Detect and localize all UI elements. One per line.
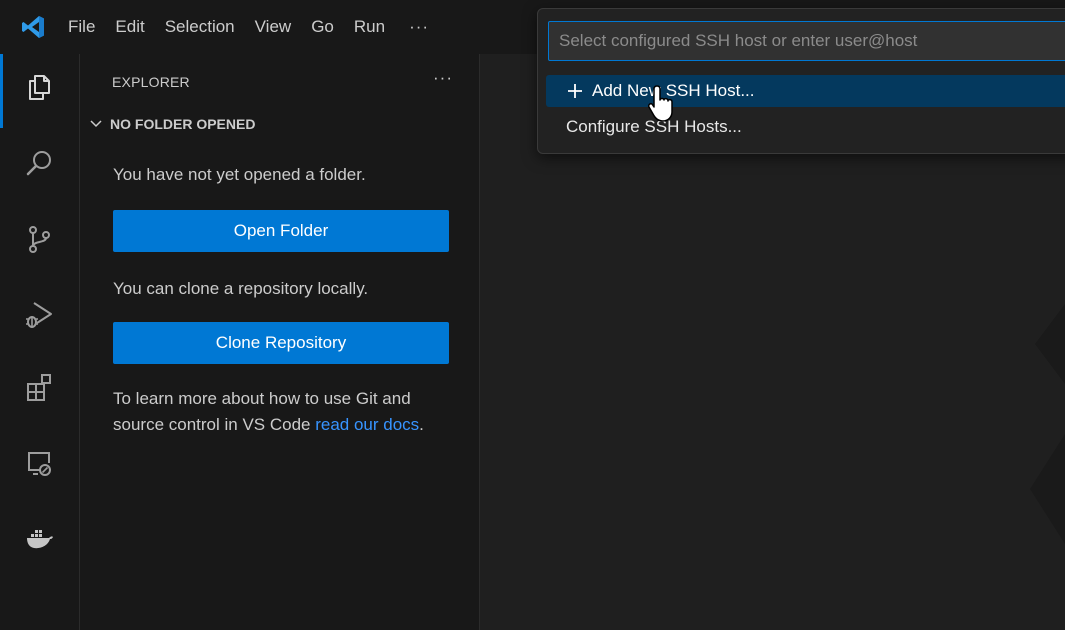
vscode-window: File Edit Selection View Go Run ··· EXPL… (0, 0, 1065, 630)
remote-explorer-icon[interactable] (24, 448, 54, 478)
hand-pointer-cursor-icon (648, 85, 673, 122)
docker-icon[interactable] (24, 524, 54, 554)
source-control-icon[interactable] (24, 224, 54, 254)
configure-ssh-hosts-item[interactable]: Configure SSH Hosts... (546, 111, 1065, 143)
search-icon[interactable] (24, 148, 54, 178)
menu-go[interactable]: Go (311, 17, 334, 37)
explorer-icon[interactable] (24, 72, 54, 102)
chevron-down-icon (90, 120, 102, 128)
ssh-host-input[interactable] (548, 21, 1065, 61)
clone-repository-button[interactable]: Clone Repository (113, 322, 449, 364)
menu-edit[interactable]: Edit (115, 17, 144, 37)
sidebar-title: EXPLORER (112, 74, 190, 90)
menu-view[interactable]: View (255, 17, 292, 37)
explorer-sidebar: EXPLORER ··· NO FOLDER OPENED You have n… (80, 54, 480, 630)
learn-more-end: . (419, 415, 424, 434)
plus-icon (568, 84, 582, 98)
menu-more-button[interactable]: ··· (409, 17, 429, 37)
add-new-ssh-host-item[interactable]: Add New SSH Host... (546, 75, 1065, 107)
read-our-docs-link[interactable]: read our docs (315, 415, 419, 434)
no-folder-section-header[interactable]: NO FOLDER OPENED (88, 116, 255, 132)
vscode-watermark-logo (1030, 304, 1065, 544)
menu-run[interactable]: Run (354, 17, 385, 37)
ssh-quick-pick: Add New SSH Host... Configure SSH Hosts.… (537, 8, 1065, 154)
open-folder-button[interactable]: Open Folder (113, 210, 449, 252)
run-debug-icon[interactable] (24, 300, 54, 330)
vscode-logo-icon[interactable] (20, 14, 46, 40)
menu-selection[interactable]: Selection (165, 17, 235, 37)
active-indicator (0, 54, 3, 128)
clone-message: You can clone a repository locally. (113, 279, 369, 298)
activity-bar (0, 54, 80, 630)
no-folder-message: You have not yet opened a folder. (113, 165, 366, 184)
sidebar-more-actions-button[interactable]: ··· (433, 68, 453, 88)
menu-bar: File Edit Selection View Go Run ··· (68, 0, 429, 54)
menu-file[interactable]: File (68, 17, 95, 37)
extensions-icon[interactable] (24, 372, 54, 402)
section-title: NO FOLDER OPENED (110, 116, 256, 132)
learn-more-message: To learn more about how to use Git and s… (113, 386, 453, 438)
